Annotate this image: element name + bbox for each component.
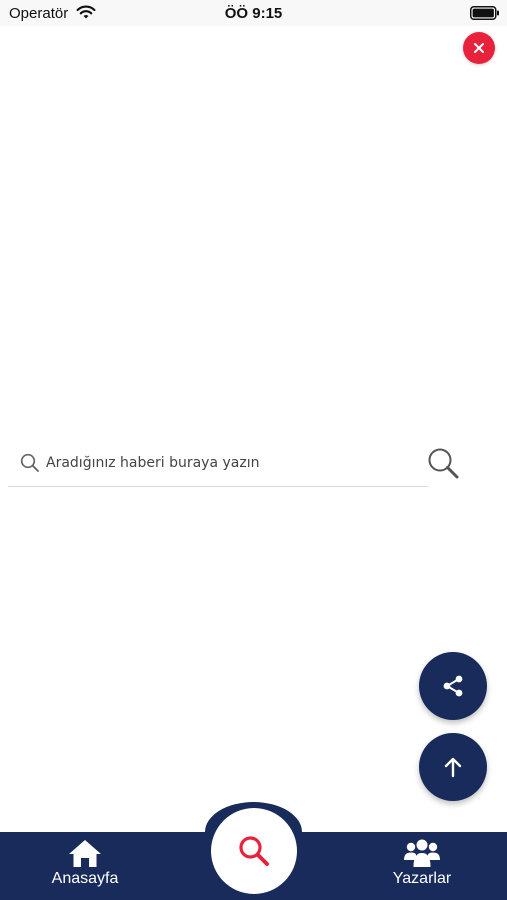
nav-label-home: Anasayfa — [51, 870, 119, 887]
search-submit-button[interactable] — [424, 444, 462, 482]
search-icon — [239, 836, 269, 866]
users-icon — [404, 839, 440, 867]
arrow-up-icon — [444, 757, 462, 778]
home-icon — [69, 840, 101, 867]
nav-item-authors[interactable]: Yazarlar — [367, 838, 477, 888]
battery-icon — [470, 6, 500, 25]
search-bar — [8, 440, 428, 487]
share-button[interactable] — [419, 652, 487, 720]
close-icon — [474, 43, 484, 53]
search-icon — [20, 453, 40, 478]
nav-label-authors: Yazarlar — [392, 870, 452, 887]
search-input[interactable] — [46, 448, 426, 478]
nav-search-button[interactable] — [211, 808, 297, 894]
scroll-to-top-button[interactable] — [419, 733, 487, 801]
search-icon — [428, 448, 459, 479]
status-time: ÖÖ 9:15 — [224, 5, 283, 22]
close-button[interactable] — [463, 32, 495, 64]
status-bar: Operatör ÖÖ 9:15 — [0, 0, 507, 26]
nav-item-home[interactable]: Anasayfa — [30, 838, 140, 888]
share-icon — [443, 675, 463, 697]
